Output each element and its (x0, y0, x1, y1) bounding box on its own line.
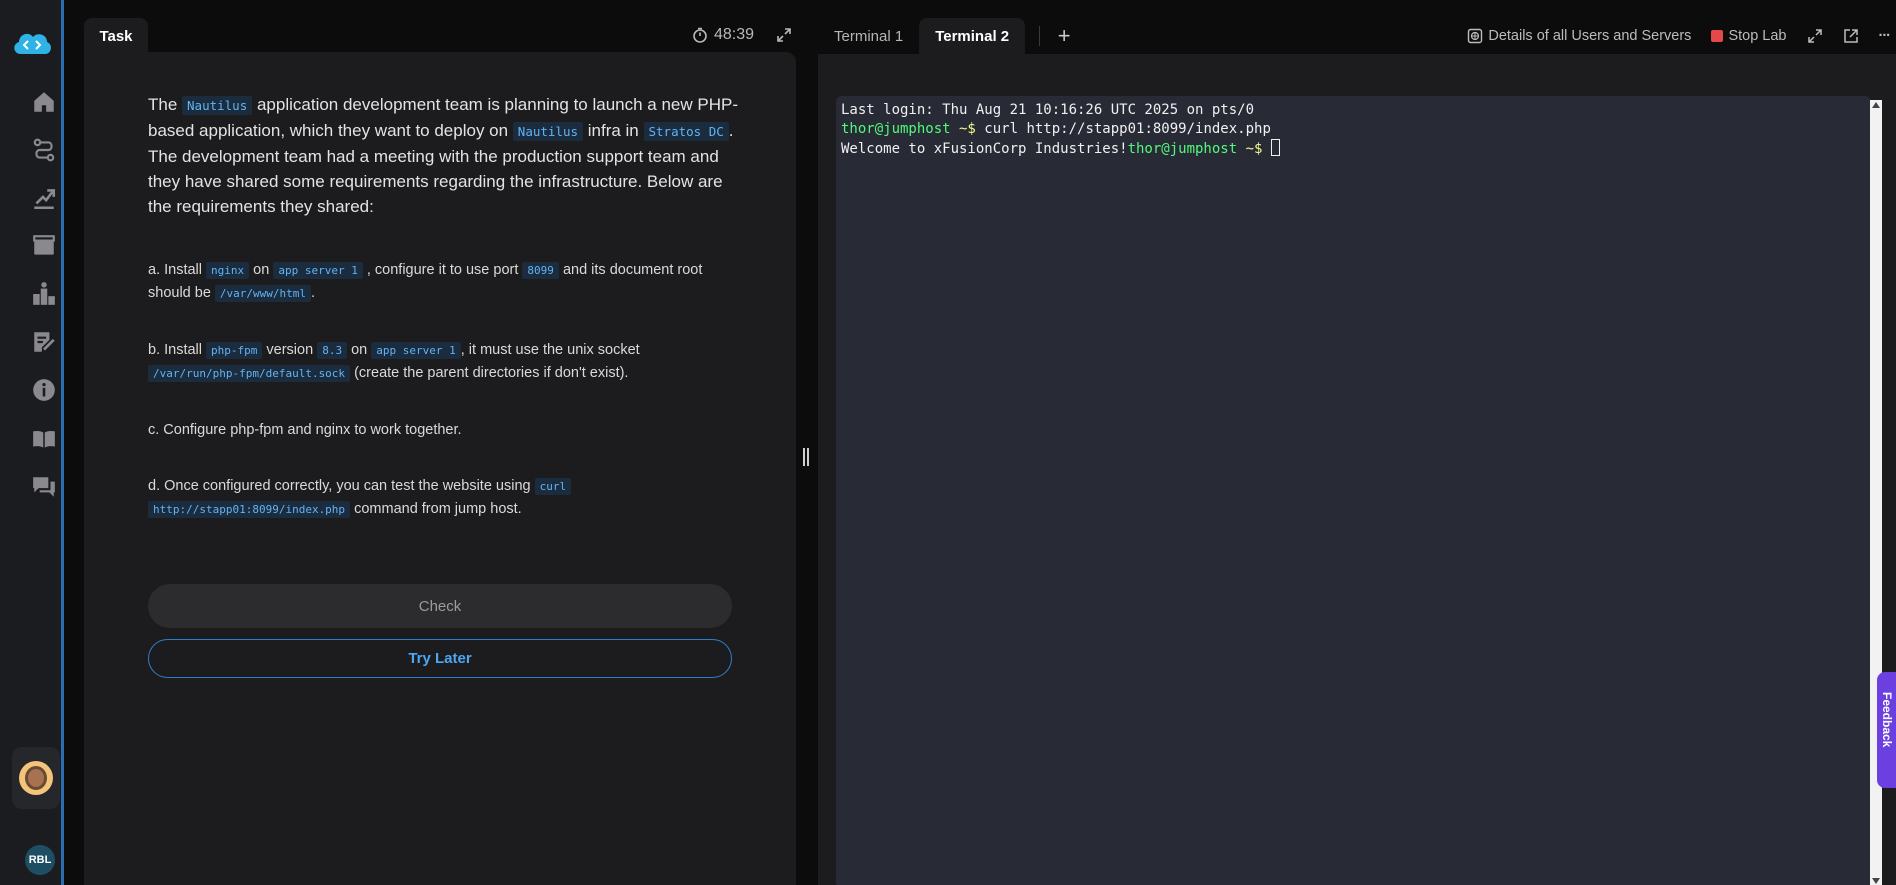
book-icon[interactable] (30, 425, 58, 453)
inline-code: curl (534, 478, 572, 495)
terminal-cursor (1270, 139, 1280, 156)
logo-icon[interactable] (11, 28, 53, 58)
tab-terminal-1[interactable]: Terminal 1 (818, 18, 919, 54)
expand-icon[interactable] (776, 27, 792, 43)
terminal-line: Last login: Thu Aug 21 10:16:26 UTC 2025… (841, 102, 1255, 118)
more-options-icon[interactable]: ··· (1879, 28, 1891, 44)
chat-icon[interactable] (30, 473, 58, 501)
inline-code: nginx (206, 262, 250, 279)
inline-code: Nautilus (182, 96, 253, 115)
requirement-d: d. Once configured correctly, you can te… (148, 475, 738, 521)
terminal-tabs: Terminal 1 Terminal 2 + (818, 18, 1074, 54)
open-external-icon[interactable] (1843, 28, 1859, 44)
avatar-face-icon (25, 766, 47, 790)
terminal-output: Welcome to xFusionCorp Industries! (841, 141, 1128, 157)
inline-code: Stratos DC (643, 122, 729, 141)
feedback-tab[interactable]: Feedback (1877, 672, 1896, 788)
notes-icon[interactable] (30, 328, 58, 356)
stopwatch-icon (693, 27, 707, 43)
user-initials-badge[interactable]: RBL (25, 845, 55, 875)
info-icon[interactable] (30, 376, 58, 404)
inline-code: app server 1 (371, 342, 461, 359)
terminal-toolbar: Details of all Users and Servers Stop La… (1467, 18, 1896, 54)
terminal-body: Last login: Thu Aug 21 10:16:26 UTC 2025… (818, 54, 1896, 885)
avatar (19, 761, 53, 795)
home-icon[interactable] (30, 88, 58, 116)
terminal-line: thor@jumphost ~$ curl http://stapp01:809… (841, 121, 1271, 137)
roadmap-icon[interactable] (30, 136, 58, 164)
timer-value: 48:39 (714, 26, 755, 43)
terminal-prompt: thor@jumphost (841, 121, 951, 137)
check-button[interactable]: Check (148, 584, 732, 628)
stop-lab-button[interactable]: Stop Lab (1711, 28, 1787, 44)
inline-code: Nautilus (512, 122, 584, 141)
details-button[interactable]: Details of all Users and Servers (1467, 28, 1691, 44)
user-avatar-card[interactable] (12, 747, 60, 809)
terminal-line: Welcome to xFusionCorp Industries!thor@j… (841, 139, 1866, 159)
tab-divider (1039, 26, 1041, 46)
try-later-button[interactable]: Try Later (148, 639, 732, 678)
terminal-prompt: thor@jumphost (1127, 141, 1238, 157)
inline-code: 8.3 (317, 342, 348, 359)
terminal-screen[interactable]: Last login: Thu Aug 21 10:16:26 UTC 2025… (836, 96, 1871, 885)
requirement-c: c. Configure php-fpm and nginx to work t… (148, 422, 462, 438)
inline-code: php-fpm (206, 342, 263, 359)
inline-code: app server 1 (273, 262, 363, 279)
terminal-command: curl http://stapp01:8099/index.php (975, 121, 1271, 137)
terminal-area: Last login: Thu Aug 21 10:16:26 UTC 2025… (818, 18, 1896, 885)
requirement-a: a. Install nginx on app server 1 , confi… (148, 262, 703, 302)
task-panel: The Nautilus application development tea… (84, 18, 796, 885)
task-tab[interactable]: Task (84, 18, 148, 54)
inline-code: 8099 (522, 262, 559, 279)
task-description: The Nautilus application development tea… (148, 92, 738, 555)
left-sidebar: RBL (0, 0, 64, 885)
task-body: The Nautilus application development tea… (84, 52, 796, 885)
task-intro: The Nautilus application development tea… (148, 95, 738, 216)
add-terminal-button[interactable]: + (1054, 23, 1074, 49)
server-details-icon (1468, 28, 1483, 44)
panel-resize-handle[interactable] (803, 448, 811, 466)
fullscreen-icon[interactable] (1807, 28, 1823, 44)
inline-code: /var/run/php-fpm/default.sock (148, 365, 351, 382)
requirement-b: b. Install php-fpm version 8.3 on app se… (148, 342, 640, 382)
task-timer: 48:39 (692, 26, 754, 44)
app-root: RBL The Nautilus application development… (0, 0, 1896, 885)
leaderboard-icon[interactable] (30, 280, 58, 308)
inline-code: /var/www/html (214, 285, 312, 302)
progress-icon[interactable] (30, 184, 58, 212)
stop-icon (1711, 30, 1724, 42)
inline-code: http://stapp01:8099/index.php (148, 501, 351, 518)
tab-terminal-2[interactable]: Terminal 2 (919, 18, 1026, 54)
tickets-icon[interactable] (30, 232, 58, 260)
